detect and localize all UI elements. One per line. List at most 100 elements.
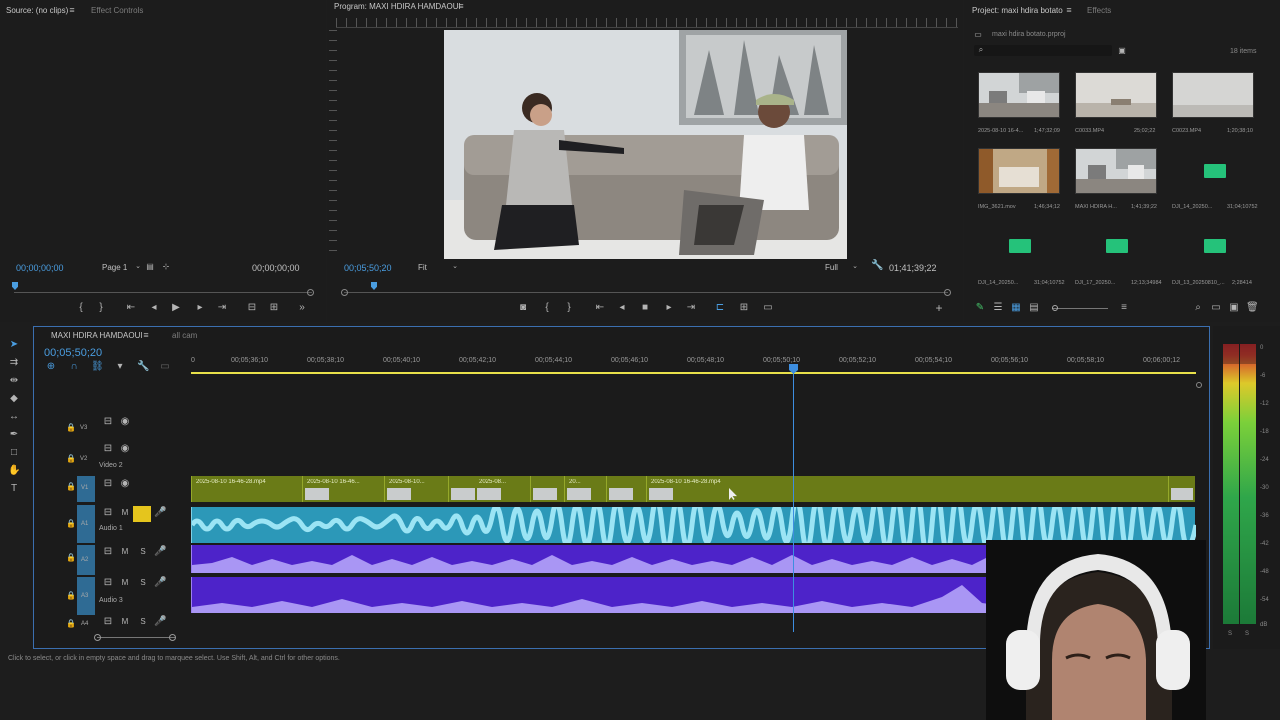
tab-all-cam[interactable]: all cam	[172, 331, 197, 340]
ripple-edit-icon[interactable]: ⇹	[8, 376, 20, 388]
zoom-slider-handle[interactable]	[1052, 305, 1058, 311]
lift-icon[interactable]: ⊏	[714, 303, 726, 315]
zoom-slider[interactable]	[1052, 308, 1108, 309]
track-label[interactable]: V2	[80, 456, 87, 462]
track-label[interactable]: A2	[81, 557, 88, 563]
step-forward-icon[interactable]: ▸	[194, 303, 206, 315]
horizontal-zoom-bar[interactable]	[97, 637, 175, 638]
go-to-in-icon[interactable]: ⇤	[125, 303, 137, 315]
quality-select[interactable]: Full	[825, 263, 838, 272]
razor-icon[interactable]: ◆	[8, 394, 20, 406]
lock-icon[interactable]: 🔒	[65, 619, 77, 631]
page-select[interactable]: Page 1	[102, 263, 127, 272]
solo-icon[interactable]: S	[137, 578, 149, 590]
sync-lock-icon[interactable]: ⊟	[102, 617, 114, 629]
captions-icon[interactable]: ▭	[159, 362, 171, 374]
video-clip[interactable]: 2025-08-10 16-46...	[302, 476, 384, 502]
camera-icon[interactable]: ◙	[517, 303, 529, 315]
eye-icon[interactable]: ◉	[119, 417, 131, 429]
audio-waveform-icon[interactable]	[1204, 164, 1226, 178]
tab-sequence[interactable]: MAXI HDIRA HAMDAOUI	[51, 331, 143, 340]
timeline-timecode[interactable]: 00;05;50;20	[44, 347, 102, 359]
zoom-handle[interactable]	[307, 289, 314, 296]
audio-waveform-icon[interactable]	[1009, 239, 1031, 253]
timeline-playhead[interactable]	[793, 366, 794, 632]
chevron-down-icon[interactable]: ⌄	[849, 262, 861, 274]
mute-icon[interactable]: M	[119, 578, 131, 590]
tab-source[interactable]: Source: (no clips)	[6, 6, 68, 15]
new-item-icon[interactable]: ▣	[1228, 303, 1240, 315]
icon-view-icon[interactable]: ▦	[1010, 303, 1022, 315]
overwrite-icon[interactable]: ⊞	[268, 303, 280, 315]
mark-in-icon[interactable]: {	[541, 303, 553, 315]
track-label[interactable]: A3	[81, 593, 88, 599]
add-button-icon[interactable]: +	[933, 302, 945, 315]
mark-in-icon[interactable]: {	[75, 303, 87, 315]
lock-icon[interactable]: 🔒	[65, 454, 77, 466]
video-clip[interactable]: 2025-08-10 16-46-28.mp4	[646, 476, 1168, 502]
sync-lock-icon[interactable]: ⊟	[102, 547, 114, 559]
thumbnail-sequence[interactable]	[1075, 148, 1157, 194]
sync-lock-icon[interactable]: ⊟	[102, 479, 114, 491]
new-bin-icon[interactable]: ▭	[1210, 303, 1222, 315]
track-label[interactable]: V3	[80, 425, 87, 431]
program-video-frame[interactable]	[444, 30, 847, 259]
program-timecode[interactable]: 00;05;50;20	[344, 263, 392, 273]
tab-program[interactable]: Program: MAXI HDIRA HAMDAOUI	[334, 2, 461, 11]
linked-selection-icon[interactable]: ⛓	[91, 362, 104, 374]
tab-effects[interactable]: Effects	[1087, 6, 1111, 15]
snap-icon[interactable]: ∩	[68, 362, 80, 374]
go-to-out-icon[interactable]: ⇥	[216, 303, 228, 315]
video-clip[interactable]: 2025-08...	[448, 476, 530, 502]
find-icon[interactable]: ⌕	[1192, 303, 1204, 315]
video-clip[interactable]	[1168, 476, 1195, 502]
program-playhead[interactable]	[371, 282, 377, 290]
audio-waveform-icon[interactable]	[1204, 239, 1226, 253]
step-back-icon[interactable]: ◂	[148, 303, 160, 315]
more-icon[interactable]: »	[296, 303, 308, 315]
track-label[interactable]: A4	[81, 621, 88, 627]
play-icon[interactable]: ▶	[170, 303, 182, 315]
lock-icon[interactable]: 🔒	[65, 591, 77, 603]
settings-icon[interactable]: ▤	[144, 262, 156, 274]
bin-icon[interactable]: ▣	[1116, 46, 1128, 58]
sync-lock-icon[interactable]: ⊟	[102, 444, 114, 456]
pen-icon[interactable]: ✒	[8, 430, 20, 442]
zoom-handle-right[interactable]	[944, 289, 951, 296]
source-scrub-bar[interactable]	[14, 292, 312, 293]
stop-icon[interactable]: ■	[639, 303, 651, 315]
vertical-zoom-handle[interactable]	[1196, 382, 1202, 388]
list-view-icon[interactable]: ☰	[992, 303, 1004, 315]
mic-icon[interactable]: 🎤	[154, 508, 166, 520]
trash-icon[interactable]: 🗑	[1246, 303, 1259, 315]
slip-icon[interactable]: ↔	[8, 412, 20, 424]
work-area-bar[interactable]	[191, 372, 1196, 374]
nest-icon[interactable]: ⊕	[45, 362, 57, 374]
lock-icon[interactable]: 🔒	[65, 519, 77, 531]
search-input[interactable]: ⌕	[974, 45, 1112, 56]
extract-icon[interactable]: ⊞	[738, 303, 750, 315]
tab-project[interactable]: Project: maxi hdira botato	[972, 6, 1063, 15]
video-clip[interactable]	[606, 476, 646, 502]
mute-icon[interactable]: M	[119, 547, 131, 559]
thumbnail-video[interactable]	[978, 72, 1060, 118]
timeline-settings-icon[interactable]: 🔧	[137, 362, 149, 374]
mark-out-icon[interactable]: }	[563, 303, 575, 315]
fit-icon[interactable]: ⊹	[160, 262, 172, 274]
mute-icon[interactable]: M	[119, 617, 131, 629]
menu-icon[interactable]: ≡	[66, 5, 78, 17]
type-tool-icon[interactable]: T	[8, 484, 20, 496]
menu-icon[interactable]: ≡	[1063, 5, 1075, 17]
video-clip[interactable]: 20...	[564, 476, 606, 502]
zoom-handle-left[interactable]	[341, 289, 348, 296]
solo-icon[interactable]: S	[137, 617, 149, 629]
timeline-ruler[interactable]: 0 00;05;36;10 00;05;38;10 00;05;40;10 00…	[191, 352, 1196, 372]
step-back-icon[interactable]: ◂	[616, 303, 628, 315]
source-playhead[interactable]	[12, 282, 18, 290]
meter-solo-button[interactable]: S	[1228, 631, 1232, 637]
zoom-handle-left[interactable]	[94, 634, 101, 641]
lock-icon[interactable]: 🔒	[65, 482, 77, 494]
chevron-down-icon[interactable]: ⌄	[449, 262, 461, 274]
tab-effect-controls[interactable]: Effect Controls	[91, 6, 143, 15]
pencil-icon[interactable]: ✎	[974, 303, 986, 315]
